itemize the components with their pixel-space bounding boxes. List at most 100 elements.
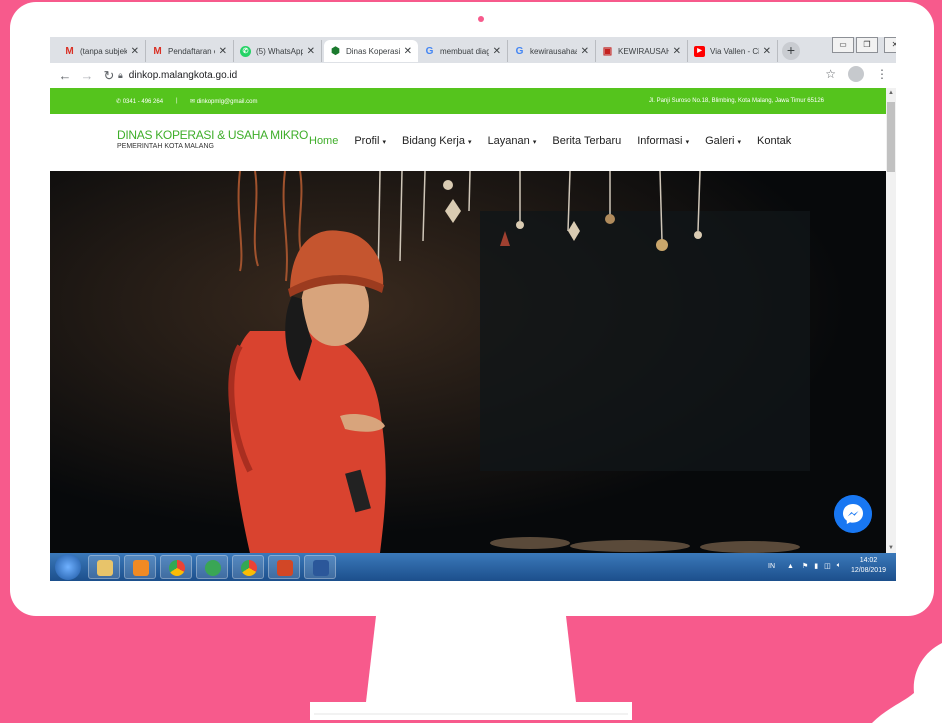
whatsapp-icon: ✆ (240, 45, 251, 57)
menu-item-berita-terbaru[interactable]: Berita Terbaru (552, 135, 621, 147)
page-scrollbar[interactable]: ▲ ▼ (886, 88, 896, 553)
browser-tab[interactable]: ▶ Via Vallen - Ci ✕ (688, 40, 778, 62)
close-icon[interactable]: ✕ (131, 46, 139, 57)
caret-down-icon: ▾ (737, 139, 741, 146)
monitor-stand (310, 616, 632, 720)
new-tab-button[interactable]: + (782, 42, 800, 60)
browser-tab[interactable]: ▣ KEWIRAUSAHA ✕ (596, 40, 688, 62)
close-icon[interactable]: ✕ (493, 46, 501, 57)
close-icon[interactable]: ✕ (673, 46, 681, 57)
main-menu: Home Profil ▾ Bidang Kerja ▾ Layanan ▾ B… (309, 135, 807, 147)
forward-arrow-icon[interactable]: → (78, 68, 96, 83)
browser-tab[interactable]: ✆ (5) WhatsApp ✕ (234, 40, 322, 62)
email-info[interactable]: ✉ dinkopmlg@gmail.com (190, 98, 257, 105)
restore-button[interactable]: ❐ (856, 37, 878, 53)
gmail-icon: M (65, 45, 74, 57)
flag-icon[interactable]: ⚑ (802, 562, 808, 570)
reload-icon[interactable]: ↻ (100, 68, 118, 84)
google-icon: G (425, 45, 434, 57)
menu-item-galeri[interactable]: Galeri ▾ (705, 135, 741, 147)
camera-dot (478, 16, 484, 22)
minimize-button[interactable]: ▭ (832, 37, 854, 53)
caret-down-icon: ▾ (382, 139, 386, 146)
browser-tab-bar: M (tanpa subjek) ✕ M Pendaftaran el ✕ ✆ … (50, 37, 896, 63)
back-arrow-icon[interactable]: ← (56, 68, 74, 83)
url-text: dinkop.malangkota.go.id (128, 70, 238, 81)
battery-icon[interactable]: ▮ (814, 562, 818, 570)
brand-title: DINAS KOPERASI & USAHA MIKRO (117, 128, 308, 142)
taskbar-network-app[interactable] (196, 555, 228, 579)
hero-photo (50, 171, 886, 553)
caret-down-icon: ▾ (468, 139, 472, 146)
folder-icon (97, 560, 113, 576)
star-icon[interactable]: ☆ (825, 67, 836, 81)
taskbar-word[interactable] (304, 555, 336, 579)
phone-info: ✆ 0341 - 496 264 (116, 98, 164, 105)
taskbar-clock[interactable]: 14:02 12/08/2019 (851, 556, 886, 576)
strip-separator: | (176, 98, 178, 104)
top-contact-strip: ✆ 0341 - 496 264 | ✉ dinkopmlg@gmail.com… (50, 88, 886, 114)
taskbar-media-player[interactable] (124, 555, 156, 579)
menu-item-profil[interactable]: Profil ▾ (354, 135, 386, 147)
scroll-thumb[interactable] (887, 102, 895, 172)
menu-item-bidang-kerja[interactable]: Bidang Kerja ▾ (402, 135, 472, 147)
scroll-up-icon[interactable]: ▲ (886, 90, 896, 96)
language-indicator[interactable]: IN (768, 563, 775, 570)
clock-time: 14:02 (859, 557, 878, 564)
browser-tab[interactable]: G kewirausahaan ✕ (508, 40, 596, 62)
windows-taskbar: IN ▲ ⚑ ▮ ◫ 🔈︎ 14:02 12/08/2019 (50, 553, 896, 581)
powerpoint-icon (277, 560, 293, 576)
lock-icon: 🔒︎ (118, 70, 123, 80)
close-icon[interactable]: ✕ (404, 46, 412, 57)
phone-icon: ✆ (116, 98, 123, 105)
menu-item-home[interactable]: Home (309, 135, 338, 147)
site-logo[interactable]: DINAS KOPERASI & USAHA MIKRO PEMERINTAH … (117, 128, 308, 150)
taskbar-chrome[interactable] (160, 555, 192, 579)
browser-tab[interactable]: G membuat diag ✕ (418, 40, 508, 62)
chrome-icon (241, 560, 257, 576)
volume-icon[interactable]: 🔈︎ (837, 562, 841, 570)
brand-subtitle: PEMERINTAH KOTA MALANG (117, 143, 214, 150)
close-icon[interactable]: ✕ (307, 46, 315, 57)
browser-tab[interactable]: M (tanpa subjek) ✕ (58, 40, 146, 62)
taskbar-powerpoint[interactable] (268, 555, 300, 579)
media-player-icon (133, 560, 149, 576)
system-tray: IN ▲ ⚑ ▮ ◫ 🔈︎ 14:02 12/08/2019 (768, 556, 886, 576)
url-field[interactable]: 🔒︎ dinkop.malangkota.go.id (118, 66, 818, 85)
messenger-chat-button[interactable] (834, 495, 872, 533)
youtube-icon: ▶ (694, 45, 705, 57)
gmail-icon: M (153, 45, 162, 57)
taskbar-explorer[interactable] (88, 555, 120, 579)
tray-arrow-icon[interactable]: ▲ (787, 563, 794, 570)
start-button[interactable] (55, 554, 81, 580)
browser-tab[interactable]: M Pendaftaran el ✕ (146, 40, 234, 62)
close-window-button[interactable]: ✕ (884, 37, 896, 53)
close-icon[interactable]: ✕ (219, 46, 227, 57)
site-header: DINAS KOPERASI & USAHA MIKRO PEMERINTAH … (50, 114, 886, 171)
address-info: Jl. Panji Suroso No.18, Blimbing, Kota M… (648, 98, 824, 104)
address-bar-actions: ☆ ⋮ (813, 66, 888, 82)
chrome-icon (169, 560, 185, 576)
menu-item-kontak[interactable]: Kontak (757, 135, 791, 147)
scroll-down-icon[interactable]: ▼ (886, 545, 896, 551)
decorative-corner-shape (872, 643, 942, 723)
site-favicon: ⬢ (331, 45, 340, 57)
google-icon: G (515, 45, 524, 57)
menu-item-layanan[interactable]: Layanan ▾ (488, 135, 537, 147)
menu-item-informasi[interactable]: Informasi ▾ (637, 135, 689, 147)
close-icon[interactable]: ✕ (763, 46, 771, 57)
word-icon (313, 560, 329, 576)
browser-tab-active[interactable]: ⬢ Dinas Koperasi ✕ (324, 40, 418, 62)
address-bar: ← → ↻ 🔒︎ dinkop.malangkota.go.id ☆ ⋮ (50, 63, 896, 88)
screen: M (tanpa subjek) ✕ M Pendaftaran el ✕ ✆ … (50, 37, 896, 581)
clock-date: 12/08/2019 (850, 567, 886, 574)
menu-dots-icon[interactable]: ⋮ (876, 67, 888, 81)
network-icon[interactable]: ◫ (824, 562, 831, 570)
caret-down-icon: ▾ (532, 139, 537, 146)
web-page: ✆ 0341 - 496 264 | ✉ dinkopmlg@gmail.com… (50, 88, 886, 553)
window-controls: ▭ ❐ ✕ (830, 37, 896, 55)
envelope-icon: ✉ (190, 98, 197, 105)
close-icon[interactable]: ✕ (581, 46, 589, 57)
profile-avatar[interactable] (848, 66, 864, 82)
taskbar-chrome-2[interactable] (232, 555, 264, 579)
